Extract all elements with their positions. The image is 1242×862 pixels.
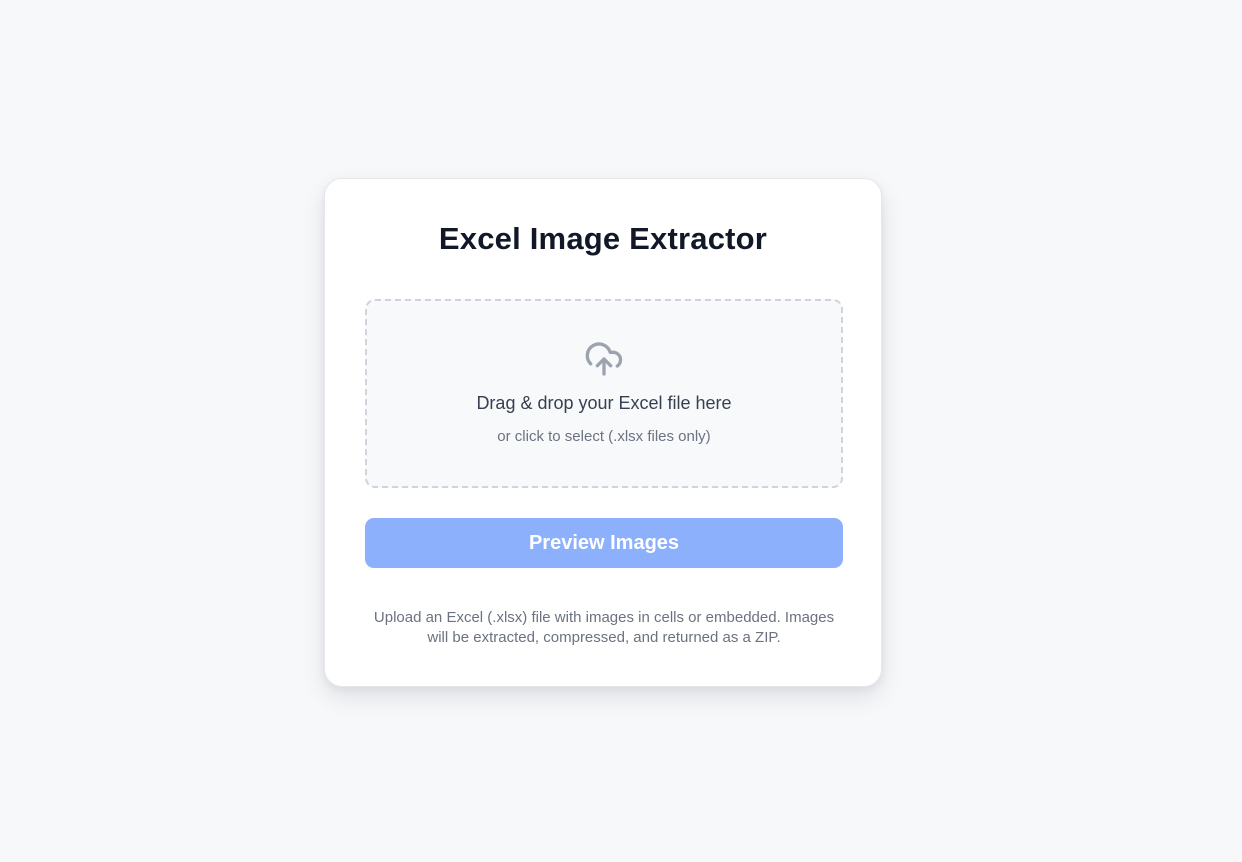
upload-card: Excel Image Extractor Drag & drop your E…	[324, 178, 882, 687]
dropzone-secondary-text: or click to select (.xlsx files only)	[497, 428, 711, 445]
cloud-upload-icon	[585, 342, 623, 376]
file-dropzone[interactable]: Drag & drop your Excel file here or clic…	[365, 299, 843, 488]
preview-images-button[interactable]: Preview Images	[365, 518, 843, 568]
info-text: Upload an Excel (.xlsx) file with images…	[373, 609, 835, 646]
page-title: Excel Image Extractor	[438, 221, 768, 256]
dropzone-primary-text: Drag & drop your Excel file here	[476, 393, 732, 413]
